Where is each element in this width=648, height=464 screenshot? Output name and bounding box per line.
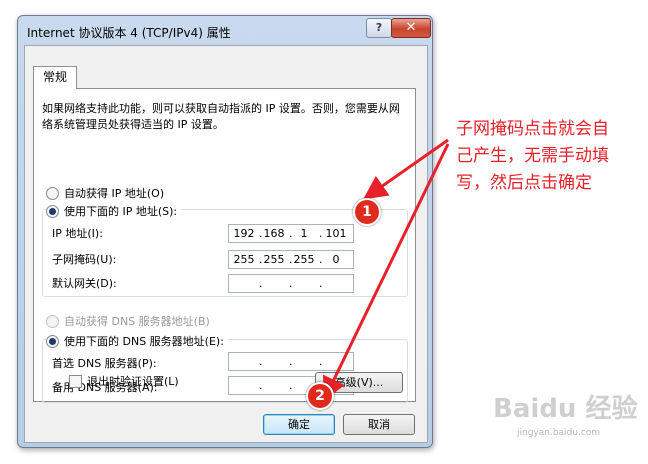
- preferred-dns-label: 首选 DNS 服务器(P):: [52, 357, 157, 370]
- tcpip-properties-dialog: Internet 协议版本 4 (TCP/IPv4) 属性 ? ✕ 常规 如果网…: [17, 15, 433, 448]
- ip-octet-2: 168: [263, 227, 285, 240]
- mask-octet-3: 255: [293, 253, 315, 266]
- auto-ip-label: 自动获得 IP 地址(O): [64, 187, 165, 200]
- ip-address-label: IP 地址(I):: [52, 227, 103, 240]
- validate-label: 退出时验证设置(L): [87, 375, 179, 388]
- general-tab-panel: 如果网络支持此功能，则可以获取自动指派的 IP 设置。否则，您需要从网络系统管理…: [33, 88, 416, 403]
- gateway-field[interactable]: . . .: [228, 274, 354, 293]
- help-button[interactable]: ?: [366, 18, 392, 38]
- cancel-button[interactable]: 取消: [343, 414, 415, 435]
- window-title: Internet 协议版本 4 (TCP/IPv4) 属性: [27, 26, 231, 40]
- manual-ip-label: 使用下面的 IP 地址(S):: [64, 205, 178, 218]
- mask-octet-2: 255: [263, 253, 285, 266]
- ip-octet-3: 1: [300, 227, 308, 240]
- close-button[interactable]: ✕: [391, 18, 431, 38]
- auto-dns-radio[interactable]: [46, 314, 59, 328]
- auto-dns-option[interactable]: 自动获得 DNS 服务器地址(B): [46, 313, 210, 329]
- validate-checkbox[interactable]: [69, 374, 82, 388]
- annotation-text: 子网掩码点击就会自己产生，无需手动填写，然后点击确定: [456, 119, 609, 193]
- auto-ip-option[interactable]: 自动获得 IP 地址(O): [46, 185, 164, 201]
- subnet-mask-label: 子网掩码(U):: [52, 253, 117, 266]
- title-bar[interactable]: Internet 协议版本 4 (TCP/IPv4) 属性 ? ✕: [18, 16, 432, 46]
- preferred-dns-field[interactable]: . . .: [228, 352, 354, 371]
- baidu-watermark-url: jingyan.baidu.com: [517, 428, 601, 438]
- step-badge-1: 1: [353, 198, 381, 226]
- ok-button[interactable]: 确定: [263, 414, 335, 435]
- subnet-mask-field[interactable]: 255 . 255 . 255 . 0: [228, 250, 354, 269]
- page: Internet 协议版本 4 (TCP/IPv4) 属性 ? ✕ 常规 如果网…: [0, 0, 648, 464]
- manual-dns-radio[interactable]: [46, 334, 59, 348]
- validate-option[interactable]: 退出时验证设置(L): [69, 373, 179, 389]
- dialog-body: 常规 如果网络支持此功能，则可以获取自动指派的 IP 设置。否则，您需要从网络系…: [24, 45, 428, 443]
- manual-ip-radio[interactable]: [46, 204, 59, 218]
- gateway-label: 默认网关(D):: [52, 277, 117, 290]
- description-text: 如果网络支持此功能，则可以获取自动指派的 IP 设置。否则，您需要从网络系统管理…: [42, 102, 400, 131]
- step-badge-2: 2: [306, 382, 334, 410]
- tab-general[interactable]: 常规: [33, 66, 77, 89]
- ip-octet-1: 192: [233, 227, 255, 240]
- mask-octet-1: 255: [233, 253, 255, 266]
- auto-dns-label: 自动获得 DNS 服务器地址(B): [64, 315, 210, 328]
- mask-octet-4: 0: [332, 253, 340, 266]
- manual-dns-label: 使用下面的 DNS 服务器地址(E):: [64, 335, 224, 348]
- ip-address-field[interactable]: 192 . 168 . 1 . 101: [228, 224, 354, 243]
- auto-ip-radio[interactable]: [46, 186, 59, 200]
- manual-ip-option[interactable]: 使用下面的 IP 地址(S):: [46, 203, 182, 219]
- ip-octet-4: 101: [325, 227, 347, 240]
- baidu-watermark: Baidu 经验: [493, 394, 638, 424]
- manual-dns-option[interactable]: 使用下面的 DNS 服务器地址(E):: [46, 333, 228, 349]
